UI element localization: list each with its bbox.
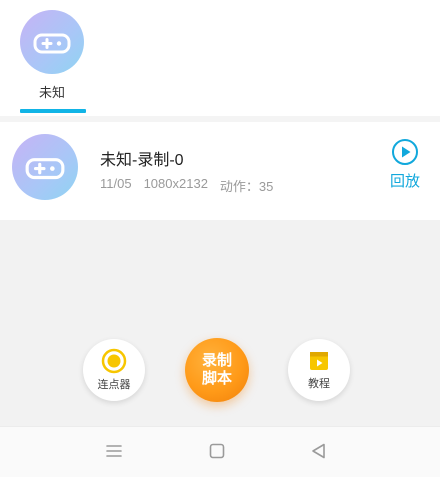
tab-label: 未知 — [38, 85, 65, 100]
record-script-button[interactable]: 录制 脚本 — [185, 338, 249, 402]
tutorial-label: 教程 — [308, 378, 330, 390]
tutorial-button[interactable]: 教程 — [288, 339, 350, 401]
record-title: 未知-录制-0 — [100, 152, 184, 169]
back-icon[interactable] — [309, 441, 329, 461]
record-list-item[interactable]: 未知-录制-0 11/05 1080x2132 动作：35 回放 — [0, 122, 440, 220]
record-meta: 11/05 1080x2132 动作：35 — [100, 176, 273, 195]
record-resolution: 1080x2132 — [143, 176, 208, 191]
tab-unknown[interactable]: 未知 — [18, 8, 86, 114]
record-script-label: 录制 脚本 — [201, 352, 232, 387]
replay-label: 回放 — [389, 173, 420, 190]
clicker-button[interactable]: 连点器 — [83, 339, 145, 401]
record-date: 11/05 — [100, 176, 132, 191]
gamepad-icon — [20, 10, 84, 74]
home-icon[interactable] — [207, 441, 227, 461]
play-circle-icon — [392, 139, 418, 165]
system-nav-bar — [0, 426, 440, 477]
game-tabs-bar: 未知 — [0, 0, 440, 116]
tab-selected-indicator — [20, 109, 86, 113]
menu-icon[interactable] — [104, 441, 124, 461]
gamepad-icon — [12, 134, 78, 200]
clicker-label: 连点器 — [97, 379, 131, 391]
target-icon — [101, 348, 127, 374]
video-icon — [310, 352, 328, 370]
record-action-count: 动作：35 — [219, 179, 274, 194]
replay-button[interactable]: 回放 — [384, 138, 426, 198]
